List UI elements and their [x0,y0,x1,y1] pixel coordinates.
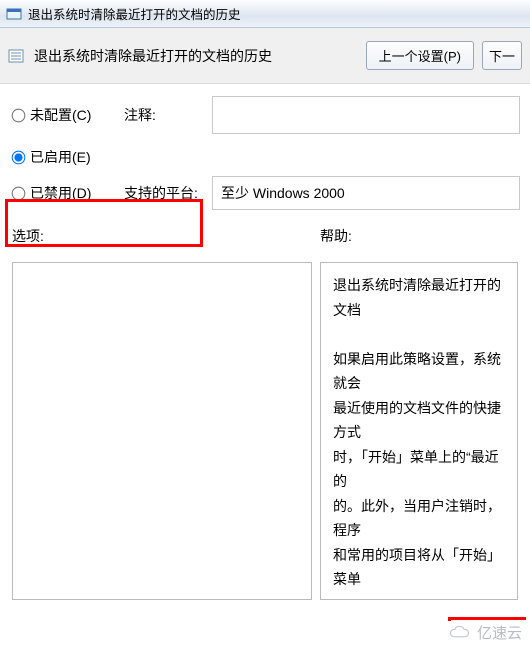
toolbar-title: 退出系统时清除最近打开的文档的历史 [34,46,272,66]
cloud-icon [449,625,473,641]
highlight-bottom-fragment [448,617,526,621]
policy-icon [8,48,24,64]
prev-setting-button[interactable]: 上一个设置(P) [366,41,474,70]
window-title: 退出系统时清除最近打开的文档的历史 [28,4,241,23]
platform-field: 至少 Windows 2000 [212,176,520,210]
options-label: 选项: [12,226,312,246]
window-icon [6,6,22,22]
watermark: 亿速云 [449,622,522,643]
help-panel[interactable]: 退出系统时清除最近打开的文档 如果启用此策略设置，系统就会 最近使用的文档文件的… [320,262,518,600]
radio-enabled-label: 已启用(E) [30,147,91,167]
help-text: 退出系统时清除最近打开的文档 如果启用此策略设置，系统就会 最近使用的文档文件的… [321,263,517,600]
content-area: 未配置(C) 注释: 已启用(E) 已禁用(D) 支持的平台: 至少 Windo… [0,84,530,606]
radio-not-configured-label: 未配置(C) [30,105,91,125]
comment-field[interactable] [212,96,520,134]
radio-disabled[interactable] [12,186,26,200]
help-label: 帮助: [320,226,518,246]
platform-label: 支持的平台: [124,183,212,203]
toolbar: 退出系统时清除最近打开的文档的历史 上一个设置(P) 下一 [0,28,530,84]
next-setting-button[interactable]: 下一 [482,41,522,70]
radio-disabled-label: 已禁用(D) [30,183,91,203]
comment-label: 注释: [124,105,212,125]
radio-enabled[interactable] [12,150,26,164]
watermark-text: 亿速云 [477,622,522,643]
options-panel[interactable] [12,262,312,600]
window-titlebar: 退出系统时清除最近打开的文档的历史 [0,0,530,28]
radio-not-configured[interactable] [12,108,26,122]
platform-value: 至少 Windows 2000 [221,183,345,203]
